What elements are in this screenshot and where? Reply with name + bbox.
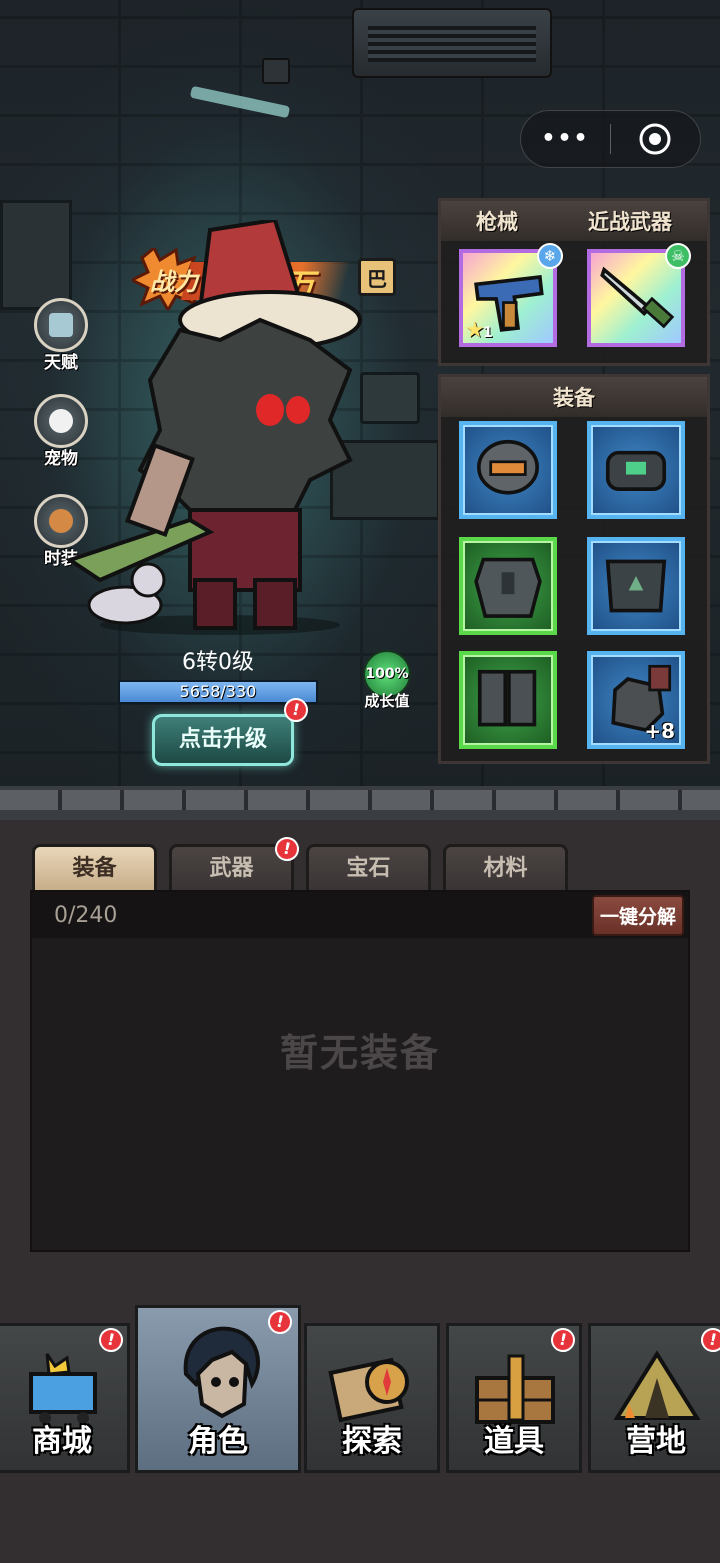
gun-star-count: 1 [483, 325, 493, 341]
tab-weapons-label: 武器 [209, 856, 254, 881]
armored-boots-icon [477, 669, 537, 727]
target-icon [639, 123, 671, 155]
more-button[interactable]: ••• [521, 110, 610, 168]
tab-gems[interactable]: 宝石 [306, 844, 431, 890]
armor-slot[interactable] [459, 537, 557, 635]
nav-shop-label: 商城 [32, 1424, 92, 1459]
air-conditioner [352, 8, 552, 78]
chest-armor-icon [474, 557, 542, 618]
gear-panel: 装备 +8 [438, 374, 710, 764]
experience-text: 5658/330 [179, 682, 257, 701]
tab-weapons[interactable]: 武器 ! [169, 834, 302, 890]
skull-icon: ☠ [665, 243, 691, 269]
stone-floor-divider [0, 786, 720, 820]
helmet-slot[interactable] [459, 421, 557, 519]
close-miniprogram-button[interactable] [611, 122, 700, 156]
nav-shop[interactable]: 商城 ! [0, 1323, 130, 1473]
miniprogram-capsule: ••• [520, 110, 701, 168]
tab-materials[interactable]: 材料 [443, 844, 568, 890]
upgrade-button[interactable]: 点击升级 [152, 714, 294, 766]
gear-panel-header: 装备 [441, 377, 707, 417]
wrist-device-slot[interactable] [587, 421, 685, 519]
nav-character[interactable]: 角色 ! [135, 1305, 301, 1473]
one-click-salvage-button[interactable]: 一键分解 [591, 894, 684, 936]
melee-title: 近战武器 [588, 210, 672, 234]
game-screen: ••• 战力 771万 巴 天赋 宠物 时装 [0, 0, 720, 1563]
melee-slot[interactable]: ☠ [587, 243, 691, 347]
nav-character-label: 角色 [188, 1424, 248, 1459]
growth-value-button[interactable]: 100% 成长值 [358, 650, 416, 711]
weapons-panel-header: 枪械 近战武器 [441, 201, 707, 241]
tactical-belt-icon [605, 559, 667, 613]
nav-explore[interactable]: 探索 [304, 1323, 440, 1473]
bottom-navigation: 商城 ! 角色 ! 探索 道具 ! 营地 ! [0, 1305, 720, 1475]
weapons-tab-alert-badge: ! [272, 834, 302, 864]
inventory-tabs: 装备 武器 ! 宝石 材料 [32, 834, 568, 890]
gun-slot[interactable]: ❄ ★ 1 [459, 243, 563, 347]
inventory-grid: 0/240 一键分解 暂无装备 [30, 890, 690, 1252]
character-alert-badge: ! [265, 1307, 295, 1337]
nav-items-label: 道具 [484, 1424, 544, 1459]
growth-label: 成长值 [364, 692, 410, 710]
weapons-panel: 枪械 近战武器 ❄ ★ 1 ☠ [438, 198, 710, 366]
nav-camp-label: 营地 [626, 1424, 686, 1459]
gun-title: 枪械 [476, 210, 518, 234]
nav-explore-label: 探索 [342, 1424, 402, 1459]
snowflake-icon: ❄ [537, 243, 563, 269]
gloves-slot[interactable]: +8 [587, 651, 685, 749]
hooded-character-sprite[interactable] [60, 220, 380, 640]
inventory-header: 0/240 一键分解 [32, 892, 688, 938]
gear-title: 装备 [553, 386, 595, 410]
star-icon: ★ [465, 318, 485, 343]
inventory-count: 0/240 [54, 902, 118, 928]
knife-icon [600, 266, 675, 329]
gloves-enhance-level: +8 [644, 719, 675, 743]
character-portrait-icon [183, 1326, 260, 1419]
tab-equipment[interactable]: 装备 [32, 844, 157, 890]
belt-slot[interactable] [587, 537, 685, 635]
nav-items[interactable]: 道具 ! [446, 1323, 582, 1473]
wrist-device-icon [605, 450, 667, 491]
character-level: 6转0级 [182, 650, 254, 675]
wall-socket [262, 58, 290, 84]
boots-slot[interactable] [459, 651, 557, 749]
nav-camp[interactable]: 营地 ! [588, 1323, 720, 1473]
gas-mask-helmet-icon [477, 439, 539, 495]
empty-inventory-message: 暂无装备 [279, 1031, 440, 1075]
